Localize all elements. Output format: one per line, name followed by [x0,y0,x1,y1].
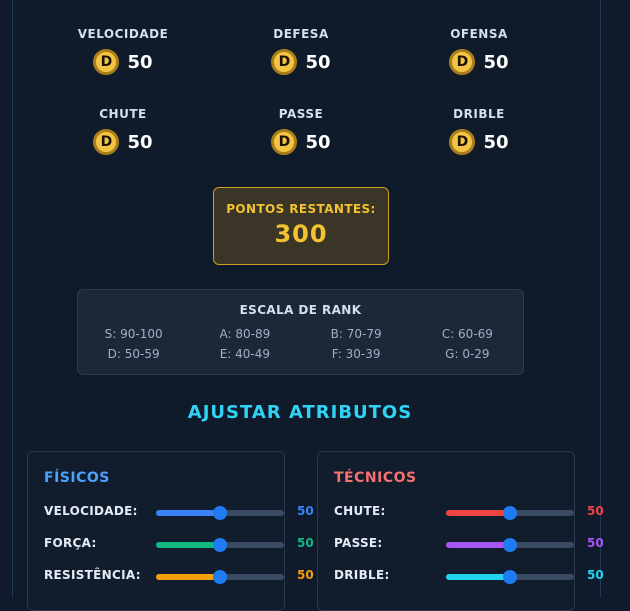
stat-value: 50 [483,51,509,73]
stat-ofensa: OFENSA D 50 [419,27,539,75]
physical-attributes-panel: FÍSICOS VELOCIDADE: 50 FORÇA: 50 RESISTÊ… [27,451,314,611]
remaining-points-label: PONTOS RESTANTES: [226,202,376,216]
slider-forca: FORÇA: 50 [44,534,334,554]
slider-value: 50 [297,568,314,582]
rank-badge-icon: D [93,129,120,155]
rank-badge-icon: D [271,129,298,155]
slider-track[interactable] [446,538,574,552]
stat-value: 50 [305,51,331,73]
rank-badge-icon: D [449,49,476,75]
slider-thumb[interactable] [503,570,517,584]
rank-scale-item: D: 50-59 [107,347,160,361]
slider-label: RESISTÊNCIA: [44,568,141,582]
rank-badge-icon: D [449,129,476,155]
slider-label: FORÇA: [44,536,97,550]
stat-label: VELOCIDADE [77,27,169,41]
rank-scale-item: F: 30-39 [331,347,381,361]
frame-divider-left [12,0,13,598]
slider-fill [156,574,220,580]
slider-fill [156,542,220,548]
slider-value: 50 [297,504,314,518]
slider-fill [446,542,510,548]
stat-value: 50 [127,51,153,73]
stat-drible: DRIBLE D 50 [419,107,539,155]
rank-scale-panel: ESCALA DE RANK S: 90-100 A: 80-89 B: 70-… [77,289,524,375]
slider-fill [156,510,220,516]
rank-scale-item: G: 0-29 [445,347,490,361]
stat-label: DEFESA [273,27,329,41]
slider-chute: CHUTE: 50 [334,502,624,522]
rank-scale-item: S: 90-100 [104,327,163,341]
remaining-points-box: PONTOS RESTANTES: 300 [213,187,389,265]
physical-panel-title: FÍSICOS [44,470,110,486]
slider-drible: DRIBLE: 50 [334,566,624,586]
slider-label: CHUTE: [334,504,386,518]
stat-label: PASSE [278,107,324,121]
stat-velocidade: VELOCIDADE D 50 [63,27,183,75]
rank-scale-item: A: 80-89 [219,327,271,341]
slider-value: 50 [587,568,604,582]
slider-value: 50 [297,536,314,550]
slider-track[interactable] [156,538,284,552]
slider-thumb[interactable] [213,570,227,584]
slider-value: 50 [587,536,604,550]
adjust-attributes-title: AJUSTAR ATRIBUTOS [187,402,413,423]
stat-value: 50 [483,131,509,153]
slider-passe: PASSE: 50 [334,534,624,554]
slider-label: VELOCIDADE: [44,504,138,518]
rank-badge-icon: D [271,49,298,75]
rank-scale-item: B: 70-79 [330,327,382,341]
stat-chute: CHUTE D 50 [63,107,183,155]
stat-defesa: DEFESA D 50 [241,27,361,75]
stat-label: CHUTE [99,107,147,121]
technical-panel-title: TÉCNICOS [334,470,417,486]
slider-value: 50 [587,504,604,518]
stat-value: 50 [305,131,331,153]
slider-track[interactable] [156,506,284,520]
slider-thumb[interactable] [503,506,517,520]
slider-resistencia: RESISTÊNCIA: 50 [44,566,334,586]
slider-track[interactable] [446,570,574,584]
stat-value: 50 [127,131,153,153]
slider-fill [446,574,510,580]
slider-track[interactable] [156,570,284,584]
stat-label: OFENSA [450,27,508,41]
slider-velocidade: VELOCIDADE: 50 [44,502,334,522]
rank-badge-icon: D [93,49,120,75]
slider-fill [446,510,510,516]
slider-thumb[interactable] [503,538,517,552]
rank-scale-item: E: 40-49 [219,347,271,361]
remaining-points-value: 300 [274,220,328,248]
slider-label: PASSE: [334,536,383,550]
slider-thumb[interactable] [213,538,227,552]
rank-scale-title: ESCALA DE RANK [239,303,362,317]
slider-thumb[interactable] [213,506,227,520]
technical-attributes-panel: TÉCNICOS CHUTE: 50 PASSE: 50 DRIBLE: 50 [317,451,604,611]
stat-label: DRIBLE [453,107,505,121]
slider-label: DRIBLE: [334,568,390,582]
rank-scale-item: C: 60-69 [441,327,493,341]
slider-track[interactable] [446,506,574,520]
stat-passe: PASSE D 50 [241,107,361,155]
